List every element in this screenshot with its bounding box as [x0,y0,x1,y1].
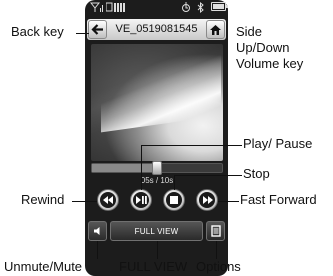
home-button[interactable] [206,20,225,39]
back-arrow-icon [91,24,103,35]
callout-options: Options [196,259,241,274]
playback-timer: 05s / 10s [140,176,174,185]
leader-line-back-key [76,33,89,34]
leader-line-play-pause [141,145,242,146]
callout-side: Side [236,24,263,39]
options-menu-icon [210,225,221,237]
fast-forward-icon [202,196,213,204]
callout-volume-key: Volume key [236,56,304,71]
video-title: VE_0519081545 [115,23,198,35]
callout-back-key: Back key [11,24,64,39]
progress-bar[interactable] [91,161,223,175]
leader-line-stop [174,175,242,176]
leader-line-stop-vertical [174,175,175,190]
alarm-icon [181,2,191,18]
bottom-toolbar: FULL VIEW [87,221,226,241]
fast-forward-button[interactable] [196,189,218,211]
rewind-icon [102,196,113,204]
leader-line-rewind [72,201,97,202]
leader-line-full-view [157,241,158,259]
status-bar [85,1,228,18]
callout-fast-forward: Fast Forward [240,192,317,207]
callout-play-pause: Play/ Pause [243,136,313,151]
mute-button[interactable] [88,221,107,241]
home-icon [210,24,221,35]
back-button[interactable] [88,20,107,39]
signal-bars-icon [89,2,104,18]
stop-button[interactable] [163,189,185,211]
callout-stop: Stop [243,166,270,181]
progress-handle[interactable] [152,161,162,175]
full-view-label: FULL VIEW [134,226,179,236]
speaker-icon [93,227,99,235]
bluetooth-icon [197,1,205,18]
leader-line-play-pause-vertical [141,145,142,190]
progress-fill [92,164,157,172]
battery-icon [211,2,228,11]
leader-line-fast-forward [218,201,239,202]
leader-line-mute [97,241,98,259]
play-pause-button[interactable] [130,189,152,211]
network-icon [105,2,126,18]
full-view-button[interactable]: FULL VIEW [110,221,203,241]
stop-icon [170,196,178,204]
callout-rewind: Rewind [21,192,65,207]
play-pause-icon [135,196,147,204]
title-bar: VE_0519081545 [87,19,226,40]
callout-unmute-mute: Unmute/Mute [4,259,83,274]
rewind-button[interactable] [97,189,119,211]
callout-up-down: Up/Down [236,40,290,55]
callout-full-view: FULL VIEW [119,259,188,274]
leader-line-options [216,241,217,259]
options-button[interactable] [206,221,225,241]
